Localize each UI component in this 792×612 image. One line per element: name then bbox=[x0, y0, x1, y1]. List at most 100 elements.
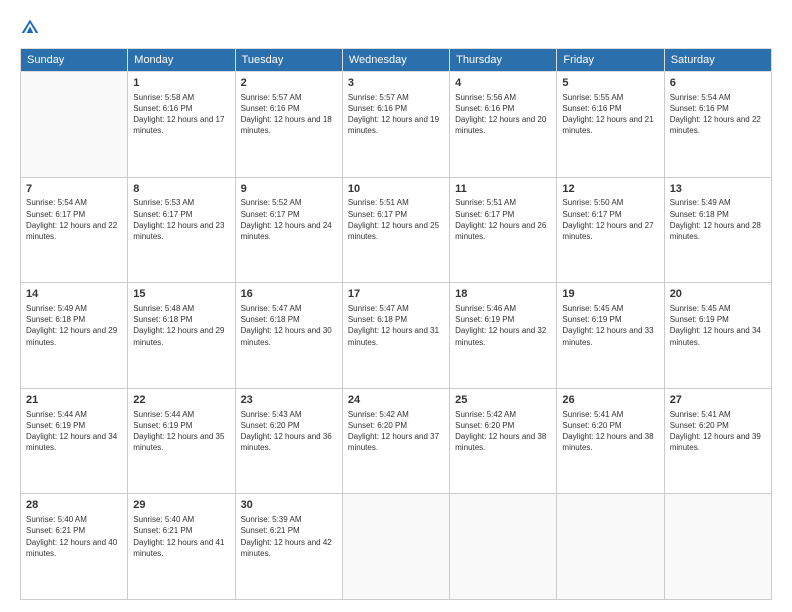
weekday-header: Tuesday bbox=[235, 49, 342, 72]
day-info: Sunrise: 5:42 AMSunset: 6:20 PMDaylight:… bbox=[455, 409, 551, 454]
calendar-cell: 18Sunrise: 5:46 AMSunset: 6:19 PMDayligh… bbox=[450, 283, 557, 389]
day-info: Sunrise: 5:40 AMSunset: 6:21 PMDaylight:… bbox=[133, 514, 229, 559]
calendar-cell: 26Sunrise: 5:41 AMSunset: 6:20 PMDayligh… bbox=[557, 388, 664, 494]
day-info: Sunrise: 5:49 AMSunset: 6:18 PMDaylight:… bbox=[26, 303, 122, 348]
day-info: Sunrise: 5:42 AMSunset: 6:20 PMDaylight:… bbox=[348, 409, 444, 454]
logo-icon bbox=[20, 18, 40, 38]
day-number: 25 bbox=[455, 393, 551, 408]
calendar-cell: 22Sunrise: 5:44 AMSunset: 6:19 PMDayligh… bbox=[128, 388, 235, 494]
day-info: Sunrise: 5:44 AMSunset: 6:19 PMDaylight:… bbox=[133, 409, 229, 454]
day-info: Sunrise: 5:57 AMSunset: 6:16 PMDaylight:… bbox=[241, 92, 337, 137]
day-number: 29 bbox=[133, 498, 229, 513]
day-info: Sunrise: 5:41 AMSunset: 6:20 PMDaylight:… bbox=[562, 409, 658, 454]
calendar-cell: 1Sunrise: 5:58 AMSunset: 6:16 PMDaylight… bbox=[128, 72, 235, 178]
day-number: 13 bbox=[670, 182, 766, 197]
day-number: 3 bbox=[348, 76, 444, 91]
calendar-cell: 17Sunrise: 5:47 AMSunset: 6:18 PMDayligh… bbox=[342, 283, 449, 389]
day-number: 10 bbox=[348, 182, 444, 197]
calendar-cell: 21Sunrise: 5:44 AMSunset: 6:19 PMDayligh… bbox=[21, 388, 128, 494]
day-info: Sunrise: 5:47 AMSunset: 6:18 PMDaylight:… bbox=[241, 303, 337, 348]
day-number: 16 bbox=[241, 287, 337, 302]
calendar-cell: 5Sunrise: 5:55 AMSunset: 6:16 PMDaylight… bbox=[557, 72, 664, 178]
day-number: 1 bbox=[133, 76, 229, 91]
calendar-cell: 20Sunrise: 5:45 AMSunset: 6:19 PMDayligh… bbox=[664, 283, 771, 389]
calendar-cell: 28Sunrise: 5:40 AMSunset: 6:21 PMDayligh… bbox=[21, 494, 128, 600]
calendar-cell: 13Sunrise: 5:49 AMSunset: 6:18 PMDayligh… bbox=[664, 177, 771, 283]
weekday-header-row: SundayMondayTuesdayWednesdayThursdayFrid… bbox=[21, 49, 772, 72]
day-info: Sunrise: 5:48 AMSunset: 6:18 PMDaylight:… bbox=[133, 303, 229, 348]
day-number: 30 bbox=[241, 498, 337, 513]
calendar-week-row: 21 Sunrise: 5:44 AMSunset: 6:19 PMDayligh… bbox=[21, 388, 772, 494]
calendar-week-row: 1Sunrise: 5:58 AMSunset: 6:16 PMDaylight… bbox=[21, 72, 772, 178]
calendar-cell: 29Sunrise: 5:40 AMSunset: 6:21 PMDayligh… bbox=[128, 494, 235, 600]
day-info: Sunrise: 5:43 AMSunset: 6:20 PMDaylight:… bbox=[241, 409, 337, 454]
day-info: Sunrise: 5:45 AMSunset: 6:19 PMDaylight:… bbox=[562, 303, 658, 348]
day-info: Sunrise: 5:52 AMSunset: 6:17 PMDaylight:… bbox=[241, 197, 337, 242]
calendar-cell: 27Sunrise: 5:41 AMSunset: 6:20 PMDayligh… bbox=[664, 388, 771, 494]
day-number: 2 bbox=[241, 76, 337, 91]
calendar-week-row: 28Sunrise: 5:40 AMSunset: 6:21 PMDayligh… bbox=[21, 494, 772, 600]
day-info: Sunrise: 5:51 AMSunset: 6:17 PMDaylight:… bbox=[455, 197, 551, 242]
day-number: 19 bbox=[562, 287, 658, 302]
day-number: 18 bbox=[455, 287, 551, 302]
day-number: 12 bbox=[562, 182, 658, 197]
calendar-cell: 9Sunrise: 5:52 AMSunset: 6:17 PMDaylight… bbox=[235, 177, 342, 283]
calendar-cell: 8Sunrise: 5:53 AMSunset: 6:17 PMDaylight… bbox=[128, 177, 235, 283]
day-info: Sunrise: 5:39 AMSunset: 6:21 PMDaylight:… bbox=[241, 514, 337, 559]
weekday-header: Saturday bbox=[664, 49, 771, 72]
day-info: Sunrise: 5:49 AMSunset: 6:18 PMDaylight:… bbox=[670, 197, 766, 242]
header bbox=[20, 18, 772, 38]
calendar-cell: 10Sunrise: 5:51 AMSunset: 6:17 PMDayligh… bbox=[342, 177, 449, 283]
day-number: 5 bbox=[562, 76, 658, 91]
weekday-header: Monday bbox=[128, 49, 235, 72]
calendar-cell: 3Sunrise: 5:57 AMSunset: 6:16 PMDaylight… bbox=[342, 72, 449, 178]
calendar-cell: 6Sunrise: 5:54 AMSunset: 6:16 PMDaylight… bbox=[664, 72, 771, 178]
day-number: 28 bbox=[26, 498, 122, 513]
weekday-header: Friday bbox=[557, 49, 664, 72]
day-info: Sunrise: 5:40 AMSunset: 6:21 PMDaylight:… bbox=[26, 514, 122, 559]
calendar-cell: 16Sunrise: 5:47 AMSunset: 6:18 PMDayligh… bbox=[235, 283, 342, 389]
calendar-table: SundayMondayTuesdayWednesdayThursdayFrid… bbox=[20, 48, 772, 600]
day-number: 9 bbox=[241, 182, 337, 197]
day-number: 14 bbox=[26, 287, 122, 302]
calendar-cell: 19Sunrise: 5:45 AMSunset: 6:19 PMDayligh… bbox=[557, 283, 664, 389]
calendar-cell bbox=[450, 494, 557, 600]
day-number: 23 bbox=[241, 393, 337, 408]
day-number: 20 bbox=[670, 287, 766, 302]
day-info: Sunrise: 5:58 AMSunset: 6:16 PMDaylight:… bbox=[133, 92, 229, 137]
day-number: 7 bbox=[26, 182, 122, 197]
day-info: Sunrise: 5:46 AMSunset: 6:19 PMDaylight:… bbox=[455, 303, 551, 348]
weekday-header: Thursday bbox=[450, 49, 557, 72]
day-number: 8 bbox=[133, 182, 229, 197]
calendar-cell: 24Sunrise: 5:42 AMSunset: 6:20 PMDayligh… bbox=[342, 388, 449, 494]
day-info: Sunrise: 5:50 AMSunset: 6:17 PMDaylight:… bbox=[562, 197, 658, 242]
day-info: Sunrise: 5:54 AMSunset: 6:17 PMDaylight:… bbox=[26, 197, 122, 242]
calendar-cell: 30Sunrise: 5:39 AMSunset: 6:21 PMDayligh… bbox=[235, 494, 342, 600]
day-info: Sunrise: 5:47 AMSunset: 6:18 PMDaylight:… bbox=[348, 303, 444, 348]
day-number: 6 bbox=[670, 76, 766, 91]
day-info: Sunrise: 5:51 AMSunset: 6:17 PMDaylight:… bbox=[348, 197, 444, 242]
calendar-cell bbox=[664, 494, 771, 600]
logo bbox=[20, 18, 42, 38]
calendar-cell: 14Sunrise: 5:49 AMSunset: 6:18 PMDayligh… bbox=[21, 283, 128, 389]
calendar-cell: 25Sunrise: 5:42 AMSunset: 6:20 PMDayligh… bbox=[450, 388, 557, 494]
weekday-header: Sunday bbox=[21, 49, 128, 72]
day-info: Sunrise: 5:56 AMSunset: 6:16 PMDaylight:… bbox=[455, 92, 551, 137]
day-number: 11 bbox=[455, 182, 551, 197]
page: SundayMondayTuesdayWednesdayThursdayFrid… bbox=[0, 0, 792, 612]
calendar-cell: 11Sunrise: 5:51 AMSunset: 6:17 PMDayligh… bbox=[450, 177, 557, 283]
day-number: 4 bbox=[455, 76, 551, 91]
day-info: Sunrise: 5:45 AMSunset: 6:19 PMDaylight:… bbox=[670, 303, 766, 348]
calendar-cell: 15Sunrise: 5:48 AMSunset: 6:18 PMDayligh… bbox=[128, 283, 235, 389]
calendar-cell: 23Sunrise: 5:43 AMSunset: 6:20 PMDayligh… bbox=[235, 388, 342, 494]
day-number: 15 bbox=[133, 287, 229, 302]
day-info: Sunrise: 5:55 AMSunset: 6:16 PMDaylight:… bbox=[562, 92, 658, 137]
day-number: 17 bbox=[348, 287, 444, 302]
calendar-cell: 12Sunrise: 5:50 AMSunset: 6:17 PMDayligh… bbox=[557, 177, 664, 283]
day-info: Sunrise: 5:53 AMSunset: 6:17 PMDaylight:… bbox=[133, 197, 229, 242]
day-number: 21 bbox=[26, 393, 122, 408]
day-number: 24 bbox=[348, 393, 444, 408]
day-number: 27 bbox=[670, 393, 766, 408]
weekday-header: Wednesday bbox=[342, 49, 449, 72]
day-number: 26 bbox=[562, 393, 658, 408]
